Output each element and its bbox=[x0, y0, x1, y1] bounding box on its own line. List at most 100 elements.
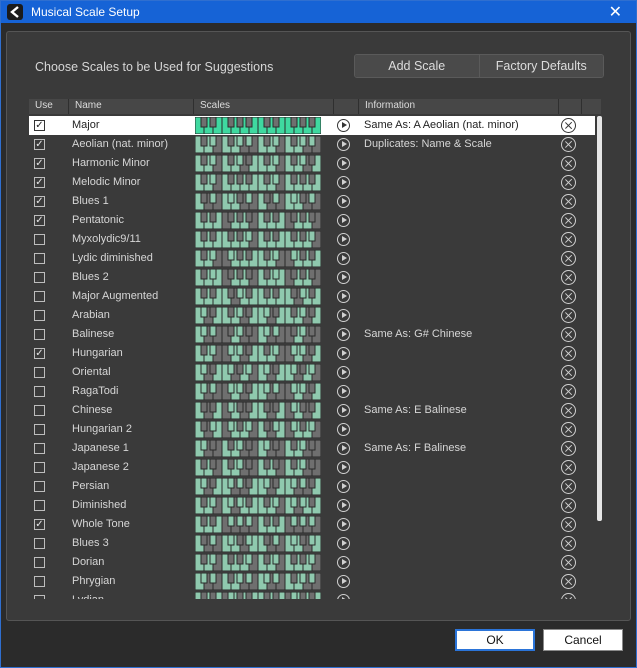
play-icon[interactable] bbox=[337, 290, 350, 303]
play-icon[interactable] bbox=[337, 423, 350, 436]
factory-defaults-button[interactable]: Factory Defaults bbox=[478, 55, 603, 77]
table-row[interactable]: Hungarian 2 bbox=[29, 420, 597, 439]
table-row[interactable]: Major Augmented bbox=[29, 287, 597, 306]
use-checkbox[interactable] bbox=[34, 462, 45, 473]
table-row[interactable]: RagaTodi bbox=[29, 382, 597, 401]
table-row[interactable]: ✓ Harmonic Minor bbox=[29, 154, 597, 173]
play-icon[interactable] bbox=[337, 271, 350, 284]
remove-icon[interactable] bbox=[561, 384, 576, 399]
scrollbar-thumb[interactable] bbox=[597, 116, 602, 521]
remove-icon[interactable] bbox=[561, 232, 576, 247]
use-checkbox[interactable] bbox=[34, 557, 45, 568]
play-icon[interactable] bbox=[337, 233, 350, 246]
use-checkbox[interactable]: ✓ bbox=[34, 215, 45, 226]
use-checkbox[interactable] bbox=[34, 500, 45, 511]
use-checkbox[interactable] bbox=[34, 386, 45, 397]
remove-icon[interactable] bbox=[561, 403, 576, 418]
use-checkbox[interactable]: ✓ bbox=[34, 158, 45, 169]
remove-icon[interactable] bbox=[561, 460, 576, 475]
play-icon[interactable] bbox=[337, 518, 350, 531]
use-checkbox[interactable] bbox=[34, 367, 45, 378]
play-icon[interactable] bbox=[337, 119, 350, 132]
use-checkbox[interactable]: ✓ bbox=[34, 120, 45, 131]
use-checkbox[interactable]: ✓ bbox=[34, 139, 45, 150]
play-icon[interactable] bbox=[337, 594, 350, 599]
add-scale-button[interactable]: Add Scale bbox=[355, 55, 479, 77]
use-checkbox[interactable] bbox=[34, 576, 45, 587]
remove-icon[interactable] bbox=[561, 156, 576, 171]
play-icon[interactable] bbox=[337, 138, 350, 151]
table-row[interactable]: ✓ Whole Tone bbox=[29, 515, 597, 534]
remove-icon[interactable] bbox=[561, 365, 576, 380]
play-icon[interactable] bbox=[337, 575, 350, 588]
table-row[interactable]: Myxolydic9/11 bbox=[29, 230, 597, 249]
remove-icon[interactable] bbox=[561, 175, 576, 190]
table-row[interactable]: Blues 3 bbox=[29, 534, 597, 553]
play-icon[interactable] bbox=[337, 195, 350, 208]
play-icon[interactable] bbox=[337, 252, 350, 265]
remove-icon[interactable] bbox=[561, 346, 576, 361]
play-icon[interactable] bbox=[337, 176, 350, 189]
use-checkbox[interactable] bbox=[34, 538, 45, 549]
play-icon[interactable] bbox=[337, 404, 350, 417]
table-row[interactable]: ✓ Melodic Minor bbox=[29, 173, 597, 192]
remove-icon[interactable] bbox=[561, 574, 576, 589]
play-icon[interactable] bbox=[337, 480, 350, 493]
table-row[interactable]: ✓ Hungarian bbox=[29, 344, 597, 363]
use-checkbox[interactable] bbox=[34, 253, 45, 264]
use-checkbox[interactable]: ✓ bbox=[34, 177, 45, 188]
ok-button[interactable]: OK bbox=[455, 629, 535, 651]
remove-icon[interactable] bbox=[561, 308, 576, 323]
play-icon[interactable] bbox=[337, 214, 350, 227]
play-icon[interactable] bbox=[337, 157, 350, 170]
remove-icon[interactable] bbox=[561, 555, 576, 570]
table-row[interactable]: Arabian bbox=[29, 306, 597, 325]
remove-icon[interactable] bbox=[561, 213, 576, 228]
play-icon[interactable] bbox=[337, 347, 350, 360]
close-icon[interactable]: ✕ bbox=[609, 2, 622, 22]
vertical-scrollbar[interactable] bbox=[595, 114, 604, 594]
table-row[interactable]: Chinese Same As: E Balinese bbox=[29, 401, 597, 420]
use-checkbox[interactable]: ✓ bbox=[34, 348, 45, 359]
column-header-use[interactable]: Use bbox=[35, 100, 53, 113]
use-checkbox[interactable] bbox=[34, 443, 45, 454]
use-checkbox[interactable] bbox=[34, 310, 45, 321]
table-row[interactable]: ✓ Major Same As: A Aeolian (nat. minor) bbox=[29, 116, 597, 135]
table-row[interactable]: Phrygian bbox=[29, 572, 597, 591]
table-row[interactable]: Lydic diminished bbox=[29, 249, 597, 268]
table-row[interactable]: Lydian bbox=[29, 591, 597, 599]
play-icon[interactable] bbox=[337, 461, 350, 474]
use-checkbox[interactable] bbox=[34, 424, 45, 435]
table-row[interactable]: Dorian bbox=[29, 553, 597, 572]
use-checkbox[interactable] bbox=[34, 272, 45, 283]
use-checkbox[interactable] bbox=[34, 329, 45, 340]
remove-icon[interactable] bbox=[561, 517, 576, 532]
table-row[interactable]: ✓ Aeolian (nat. minor) Duplicates: Name & … bbox=[29, 135, 597, 154]
use-checkbox[interactable] bbox=[34, 234, 45, 245]
use-checkbox[interactable] bbox=[34, 481, 45, 492]
remove-icon[interactable] bbox=[561, 289, 576, 304]
use-checkbox[interactable] bbox=[34, 405, 45, 416]
remove-icon[interactable] bbox=[561, 498, 576, 513]
remove-icon[interactable] bbox=[561, 251, 576, 266]
table-row[interactable]: Blues 2 bbox=[29, 268, 597, 287]
remove-icon[interactable] bbox=[561, 194, 576, 209]
remove-icon[interactable] bbox=[561, 441, 576, 456]
column-header-scales[interactable]: Scales bbox=[200, 100, 230, 113]
table-row[interactable]: Diminished bbox=[29, 496, 597, 515]
table-row[interactable]: Japanese 1 Same As: F Balinese bbox=[29, 439, 597, 458]
remove-icon[interactable] bbox=[561, 536, 576, 551]
remove-icon[interactable] bbox=[561, 327, 576, 342]
column-header-information[interactable]: Information bbox=[365, 100, 415, 113]
use-checkbox[interactable]: ✓ bbox=[34, 519, 45, 530]
table-row[interactable]: ✓ Pentatonic bbox=[29, 211, 597, 230]
remove-icon[interactable] bbox=[561, 422, 576, 437]
remove-icon[interactable] bbox=[561, 118, 576, 133]
play-icon[interactable] bbox=[337, 366, 350, 379]
table-row[interactable]: ✓ Blues 1 bbox=[29, 192, 597, 211]
table-row[interactable]: Japanese 2 bbox=[29, 458, 597, 477]
table-row[interactable]: Balinese Same As: G# Chinese bbox=[29, 325, 597, 344]
use-checkbox[interactable] bbox=[34, 291, 45, 302]
table-row[interactable]: Oriental bbox=[29, 363, 597, 382]
remove-icon[interactable] bbox=[561, 137, 576, 152]
